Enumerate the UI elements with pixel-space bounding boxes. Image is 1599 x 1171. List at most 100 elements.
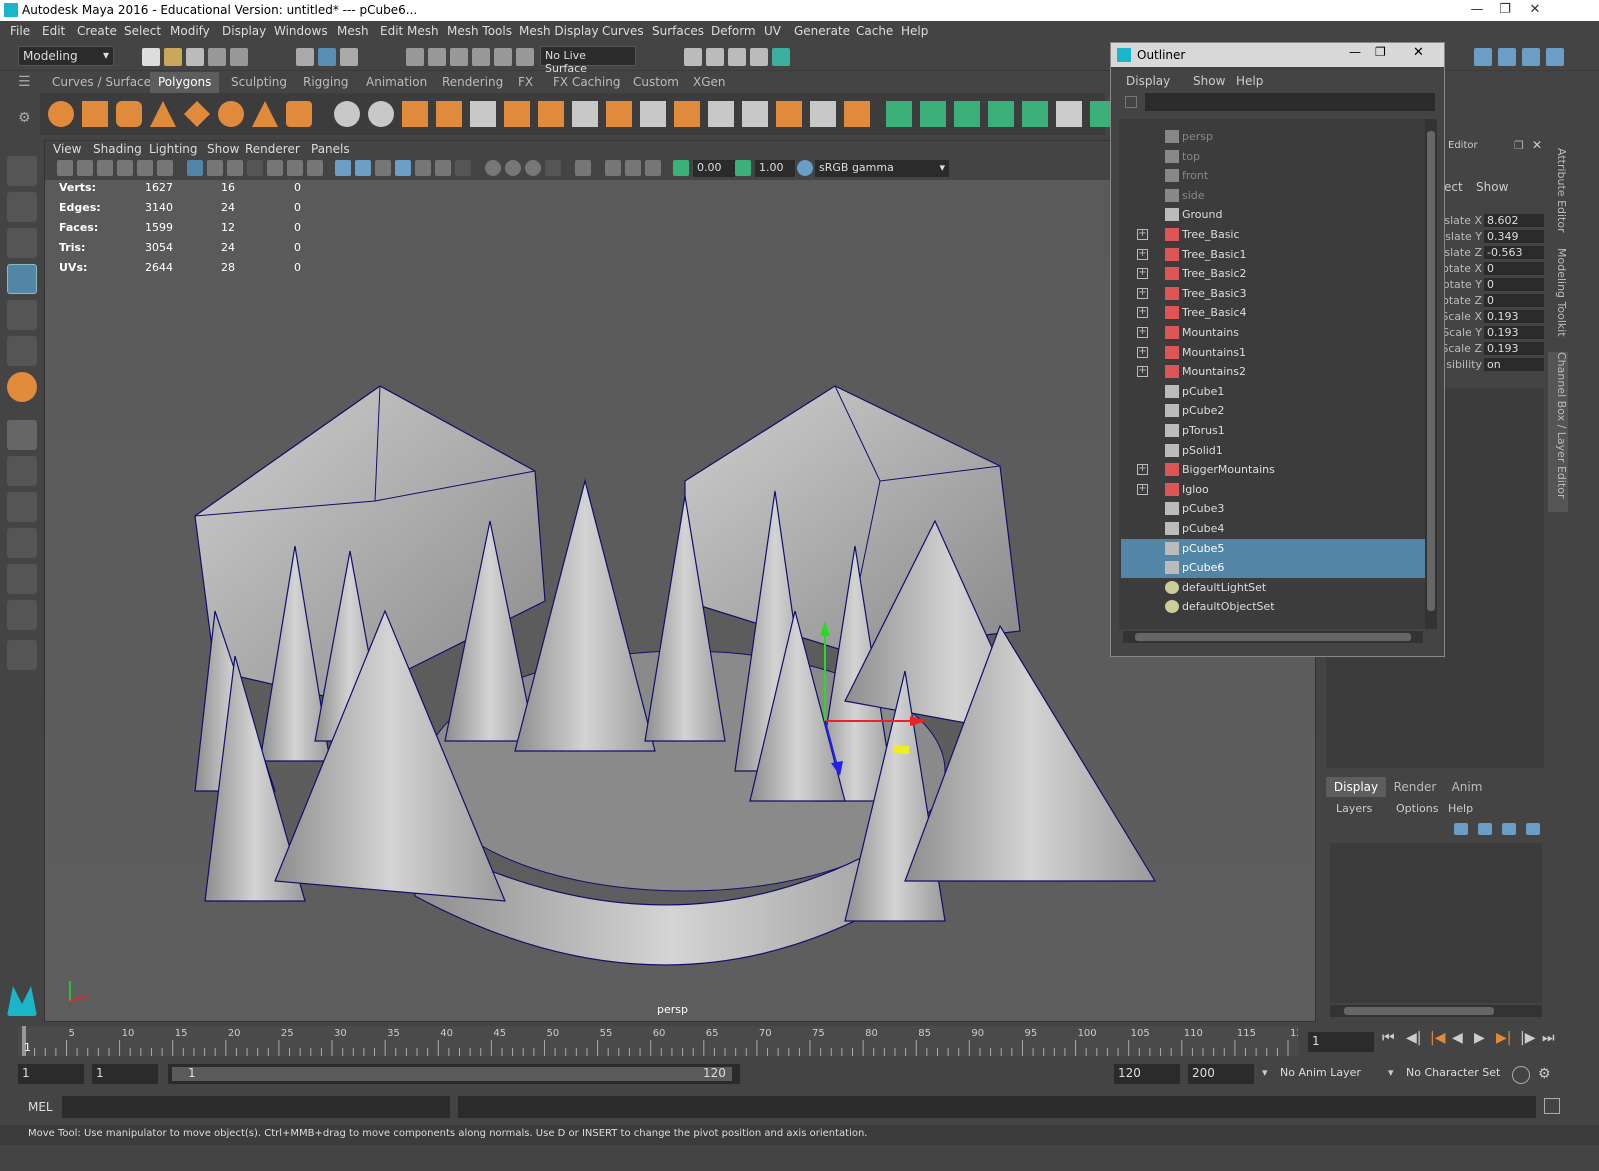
scale-tool-icon[interactable] xyxy=(7,336,37,366)
ipr-render-icon[interactable] xyxy=(728,48,746,66)
uv-automatic-icon[interactable] xyxy=(988,101,1014,127)
shelf-tab-sculpting[interactable]: Sculpting xyxy=(223,72,295,93)
undo-icon[interactable] xyxy=(208,48,226,66)
layer-menu-layers[interactable]: Layers xyxy=(1336,802,1372,815)
uv-spherical-icon[interactable] xyxy=(954,101,980,127)
color-management-icon[interactable] xyxy=(797,160,813,176)
vp-menu-panels[interactable]: Panels xyxy=(311,142,350,156)
menu-cache[interactable]: Cache xyxy=(856,24,893,38)
shelf-tab-curves[interactable]: Curves / Surfaces xyxy=(44,72,165,93)
lasso-tool-icon[interactable] xyxy=(7,192,37,222)
film-gate-icon[interactable] xyxy=(207,160,223,176)
channelbox-menu-show[interactable]: Show xyxy=(1476,180,1508,194)
offset-loop-icon[interactable] xyxy=(776,101,802,127)
layout-more-icon[interactable] xyxy=(7,640,37,670)
playback-end-field[interactable]: 120 xyxy=(1114,1064,1180,1084)
select-hierarchy-icon[interactable] xyxy=(296,48,314,66)
safe-title-icon[interactable] xyxy=(307,160,323,176)
side-tab-attribute-editor[interactable]: Attribute Editor xyxy=(1548,148,1568,240)
expand-plus-icon[interactable]: + xyxy=(1137,287,1148,299)
side-tab-modeling-toolkit[interactable]: Modeling Toolkit xyxy=(1548,248,1568,344)
persp-graph-layout-icon[interactable] xyxy=(7,528,37,558)
expand-plus-icon[interactable]: + xyxy=(1137,327,1148,338)
range-bar[interactable]: 1 120 xyxy=(168,1064,740,1084)
mode-dropdown[interactable]: Modeling ▾ xyxy=(18,46,114,66)
uv-cylindrical-icon[interactable] xyxy=(920,101,946,127)
menu-deform[interactable]: Deform xyxy=(711,24,756,38)
step-back-key-icon[interactable]: |◀ xyxy=(1430,1030,1445,1046)
toggle-attribute-icon[interactable] xyxy=(1498,48,1516,66)
expand-plus-icon[interactable]: + xyxy=(1137,464,1148,476)
shelf-tab-custom[interactable]: Custom xyxy=(625,72,687,93)
outliner-vscrollbar[interactable] xyxy=(1425,119,1437,629)
shelf-tab-xgen[interactable]: XGen xyxy=(685,72,734,93)
shelf-tab-fx[interactable]: FX xyxy=(510,72,541,93)
menu-file[interactable]: File xyxy=(10,24,30,38)
menu-mesh[interactable]: Mesh xyxy=(337,24,369,38)
shelf-tab-polygons[interactable]: Polygons xyxy=(150,72,220,93)
channelbox-menu-select[interactable]: ect xyxy=(1444,180,1463,194)
bevel-icon[interactable] xyxy=(640,101,666,127)
snap-surface-icon[interactable] xyxy=(494,48,512,66)
vp-menu-renderer[interactable]: Renderer xyxy=(245,142,300,156)
select-component-icon[interactable] xyxy=(340,48,358,66)
menu-mesh-display[interactable]: Mesh Display xyxy=(519,24,599,38)
anim-end-field[interactable]: 200 xyxy=(1188,1064,1254,1084)
isolate-select-icon[interactable] xyxy=(575,160,591,176)
menu-display[interactable]: Display xyxy=(222,24,266,38)
resolution-gate-icon[interactable] xyxy=(227,160,243,176)
shelf-tab-rigging[interactable]: Rigging xyxy=(295,72,356,93)
render-view-icon[interactable] xyxy=(684,48,702,66)
menu-help[interactable]: Help xyxy=(901,24,928,38)
vp-menu-lighting[interactable]: Lighting xyxy=(149,142,198,156)
cmd-input[interactable] xyxy=(62,1096,450,1118)
menu-create[interactable]: Create xyxy=(77,24,117,38)
outliner-filter-icon[interactable] xyxy=(1125,96,1137,108)
menu-surfaces[interactable]: Surfaces xyxy=(652,24,704,38)
outliner-item[interactable]: pCube4 xyxy=(1121,519,1425,539)
outliner-item[interactable]: + Tree_Basic xyxy=(1121,225,1425,245)
mirror-icon[interactable] xyxy=(402,101,428,127)
menu-modify[interactable]: Modify xyxy=(170,24,210,38)
poly-sphere-icon[interactable] xyxy=(48,101,74,127)
render-frame-icon[interactable] xyxy=(706,48,724,66)
shelf-tab-animation[interactable]: Animation xyxy=(358,72,435,93)
vp-menu-show[interactable]: Show xyxy=(207,142,239,156)
single-perspective-layout-icon[interactable] xyxy=(7,420,37,450)
field-chart-icon[interactable] xyxy=(267,160,283,176)
textured-icon[interactable] xyxy=(415,160,431,176)
expand-plus-icon[interactable]: + xyxy=(1137,483,1148,495)
exposure-icon[interactable] xyxy=(673,160,689,176)
outliner-item[interactable]: + BiggerMountains xyxy=(1121,460,1425,480)
last-tool-icon[interactable] xyxy=(7,372,37,402)
select-tool-icon[interactable] xyxy=(7,156,37,186)
outliner-search-input[interactable] xyxy=(1145,93,1435,111)
layer-menu-help[interactable]: Help xyxy=(1448,802,1473,815)
side-tab-channel-box[interactable]: Channel Box / Layer Editor xyxy=(1548,352,1568,512)
color-space-dropdown[interactable]: sRGB gamma ▾ xyxy=(815,160,949,177)
history-icon[interactable] xyxy=(516,48,534,66)
outliner-item[interactable]: pTorus1 xyxy=(1121,421,1425,441)
outliner-item[interactable]: + Mountains2 xyxy=(1121,362,1425,382)
character-set-dropdown[interactable]: No Character Set xyxy=(1402,1064,1506,1084)
outliner-item[interactable]: + Tree_Basic3 xyxy=(1121,284,1425,304)
expand-plus-icon[interactable]: + xyxy=(1137,307,1148,319)
hypershade-icon[interactable] xyxy=(772,48,790,66)
menu-windows[interactable]: Windows xyxy=(274,24,328,38)
poly-cylinder-icon[interactable] xyxy=(116,101,142,127)
anim-start-field[interactable]: 1 xyxy=(18,1064,84,1084)
outliner-item[interactable]: persp xyxy=(1121,127,1425,147)
outliner-item[interactable]: + Tree_Basic2 xyxy=(1121,264,1425,284)
outliner-item[interactable]: pCube6 xyxy=(1121,558,1425,579)
uv-planar-icon[interactable] xyxy=(886,101,912,127)
xray-joints-icon[interactable] xyxy=(625,160,641,176)
vp-menu-shading[interactable]: Shading xyxy=(93,142,142,156)
new-scene-icon[interactable] xyxy=(142,48,160,66)
grease-pencil-icon[interactable] xyxy=(157,160,173,176)
combine-icon[interactable] xyxy=(334,101,360,127)
xray-icon[interactable] xyxy=(605,160,621,176)
redo-icon[interactable] xyxy=(230,48,248,66)
snap-grid-icon[interactable] xyxy=(406,48,424,66)
layer-move-up-icon[interactable] xyxy=(1454,823,1468,835)
uv-unfold-icon[interactable] xyxy=(1022,101,1048,127)
